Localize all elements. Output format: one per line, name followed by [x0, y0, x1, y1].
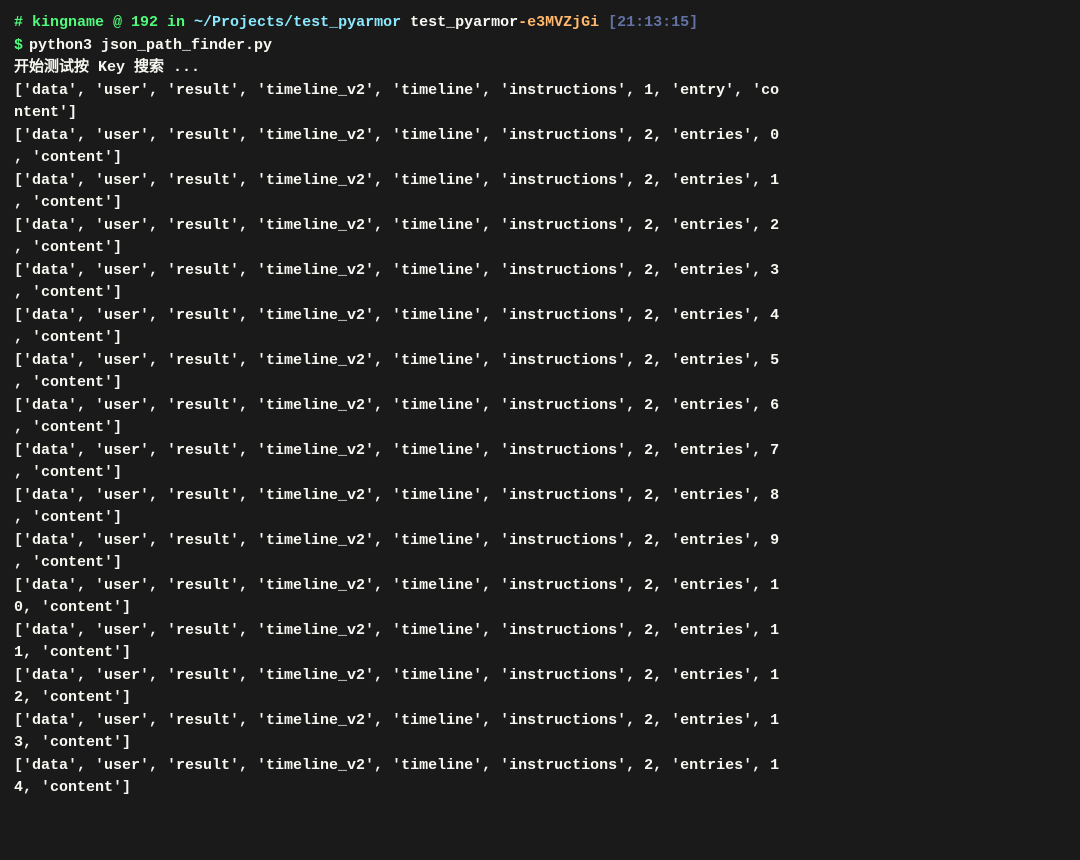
output-line: ['data', 'user', 'result', 'timeline_v2'…: [14, 710, 1066, 755]
output-line: ['data', 'user', 'result', 'timeline_v2'…: [14, 80, 1066, 125]
command-line: $ python3 json_path_finder.py: [14, 35, 1066, 58]
prompt-text: kingname @ 192 in ~/Projects/test_pyarmo…: [23, 12, 698, 35]
output-line: ['data', 'user', 'result', 'timeline_v2'…: [14, 575, 1066, 620]
output-line: ['data', 'user', 'result', 'timeline_v2'…: [14, 620, 1066, 665]
output-line: ['data', 'user', 'result', 'timeline_v2'…: [14, 395, 1066, 440]
command-text: python3 json_path_finder.py: [29, 35, 272, 58]
dollar-symbol: $: [14, 35, 23, 58]
terminal: # kingname @ 192 in ~/Projects/test_pyar…: [14, 12, 1066, 848]
output-container: ['data', 'user', 'result', 'timeline_v2'…: [14, 80, 1066, 800]
output-line: ['data', 'user', 'result', 'timeline_v2'…: [14, 440, 1066, 485]
output-line: ['data', 'user', 'result', 'timeline_v2'…: [14, 125, 1066, 170]
status-line: 开始测试按 Key 搜索 ...: [14, 57, 1066, 80]
hash-symbol: #: [14, 12, 23, 35]
prompt-line: # kingname @ 192 in ~/Projects/test_pyar…: [14, 12, 1066, 35]
status-text: 开始测试按 Key 搜索 ...: [14, 57, 1066, 80]
output-line: ['data', 'user', 'result', 'timeline_v2'…: [14, 665, 1066, 710]
output-line: ['data', 'user', 'result', 'timeline_v2'…: [14, 485, 1066, 530]
output-line: ['data', 'user', 'result', 'timeline_v2'…: [14, 350, 1066, 395]
output-line: ['data', 'user', 'result', 'timeline_v2'…: [14, 215, 1066, 260]
output-line: ['data', 'user', 'result', 'timeline_v2'…: [14, 170, 1066, 215]
output-line: ['data', 'user', 'result', 'timeline_v2'…: [14, 260, 1066, 305]
output-line: ['data', 'user', 'result', 'timeline_v2'…: [14, 530, 1066, 575]
output-line: ['data', 'user', 'result', 'timeline_v2'…: [14, 305, 1066, 350]
output-line: ['data', 'user', 'result', 'timeline_v2'…: [14, 755, 1066, 800]
